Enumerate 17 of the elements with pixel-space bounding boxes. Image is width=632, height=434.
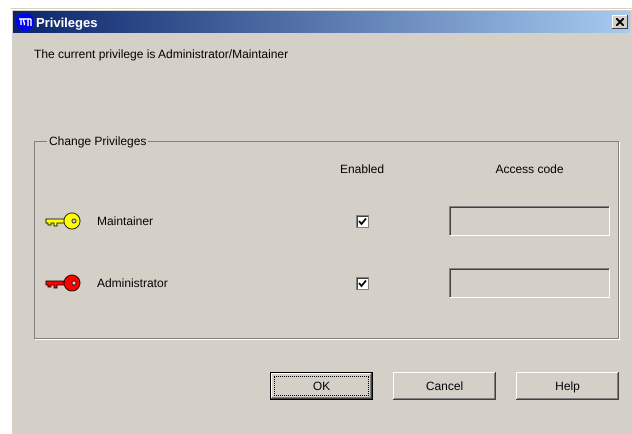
app-logo-icon [16, 13, 34, 31]
access-code-field[interactable] [449, 206, 610, 236]
window-title: Privileges [36, 14, 98, 30]
close-button[interactable] [612, 15, 628, 29]
dialog-button[interactable]: Help [516, 372, 619, 400]
dialog-button[interactable]: Cancel [393, 372, 496, 400]
enabled-checkbox[interactable] [356, 276, 368, 290]
ok-button[interactable]: OK [270, 372, 373, 400]
privilege-label: Administrator [97, 276, 168, 290]
access-code-field[interactable] [449, 268, 610, 298]
column-header: Access code [495, 162, 564, 176]
column-header: Enabled [340, 162, 384, 176]
group-title: Change Privileges [48, 134, 148, 148]
privilege-label: Maintainer [97, 214, 154, 228]
enabled-checkbox[interactable] [356, 214, 368, 228]
current-privilege-text: The current privilege is Administrator/Maintainer [34, 47, 290, 61]
close-icon [616, 18, 624, 26]
